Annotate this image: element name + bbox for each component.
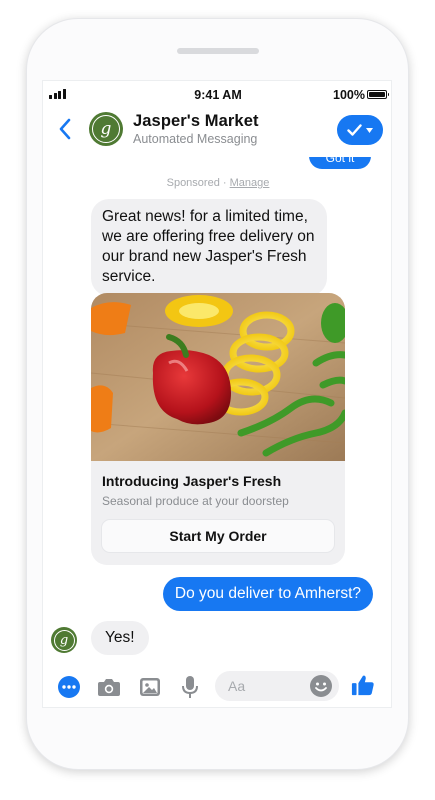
messenger-screen: 9:41 AM 100% g Jasper's Market Automated… bbox=[42, 80, 392, 708]
message-placeholder: Aa bbox=[228, 678, 246, 694]
more-icon[interactable] bbox=[57, 675, 81, 699]
phone-speaker bbox=[177, 48, 259, 54]
camera-icon[interactable] bbox=[97, 675, 121, 699]
caret-down-icon bbox=[366, 127, 373, 133]
thumbs-up-icon[interactable] bbox=[351, 673, 375, 697]
done-button[interactable] bbox=[337, 115, 383, 145]
avatar-letter: g bbox=[92, 115, 120, 143]
conversation-header: g Jasper's Market Automated Messaging bbox=[43, 107, 391, 157]
microphone-icon[interactable] bbox=[178, 675, 202, 699]
message-thread: Got it Sponsored · Manage Great news! fo… bbox=[43, 143, 391, 657]
battery-icon bbox=[367, 90, 389, 99]
sponsored-text: Sponsored bbox=[166, 177, 220, 189]
chevron-left-icon bbox=[59, 118, 71, 140]
bell-peppers-image bbox=[91, 293, 345, 461]
message-composer: Aa bbox=[43, 665, 391, 707]
separator-dot: · bbox=[222, 177, 227, 189]
status-bar: 9:41 AM 100% bbox=[43, 81, 391, 107]
start-order-button[interactable]: Start My Order bbox=[101, 519, 335, 553]
card-subtitle: Seasonal produce at your doorstep bbox=[102, 494, 289, 508]
card-title: Introducing Jasper's Fresh bbox=[102, 473, 282, 489]
promo-card[interactable]: Introducing Jasper's Fresh Seasonal prod… bbox=[91, 293, 345, 565]
reply-message-bubble: Yes! bbox=[91, 621, 149, 655]
outgoing-message-bubble: Do you deliver to Amherst? bbox=[162, 577, 373, 611]
sender-avatar-letter: g bbox=[53, 629, 75, 651]
message-input[interactable]: Aa bbox=[215, 671, 339, 701]
incoming-message-bubble: Great news! for a limited time, we are o… bbox=[91, 199, 327, 296]
page-subtitle: Automated Messaging bbox=[133, 132, 258, 146]
emoji-icon[interactable] bbox=[309, 674, 333, 698]
checkmark-icon bbox=[347, 124, 362, 136]
gallery-icon[interactable] bbox=[138, 675, 162, 699]
sender-avatar: g bbox=[51, 627, 77, 653]
back-button[interactable] bbox=[54, 115, 76, 143]
page-avatar[interactable]: g bbox=[89, 112, 123, 146]
page-title[interactable]: Jasper's Market bbox=[133, 112, 259, 131]
sponsored-label: Sponsored · Manage bbox=[43, 177, 391, 189]
battery-percent: 100% bbox=[333, 88, 365, 102]
manage-link[interactable]: Manage bbox=[230, 177, 270, 189]
